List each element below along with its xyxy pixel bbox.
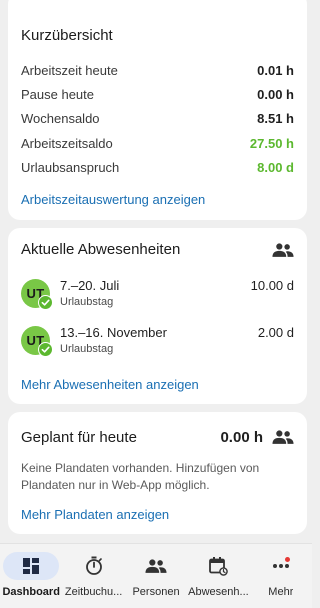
- absences-title: Aktuelle Abwesenheiten: [21, 241, 181, 258]
- absence-type: Urlaubstag: [60, 296, 114, 308]
- people-icon[interactable]: [272, 242, 294, 258]
- nav-pill: [128, 552, 184, 580]
- row-value: 27.50 h: [249, 135, 294, 151]
- absence-duration: 10.00 d: [250, 278, 294, 293]
- absence-dates: 7.–20. Juli: [60, 278, 120, 293]
- check-icon: [38, 295, 53, 310]
- row-label: Pause heute: [21, 86, 95, 102]
- summary-row-worktime: Arbeitszeit heute 0.01 h: [21, 60, 294, 80]
- summary-title: Kurzübersicht: [21, 27, 113, 44]
- nav-label: Dashboard: [2, 586, 60, 598]
- check-icon: [38, 342, 53, 357]
- more-absences-link[interactable]: Mehr Abwesenheiten anzeigen: [21, 377, 199, 392]
- calendar-icon: [209, 557, 229, 576]
- nav-pill: [66, 552, 122, 580]
- dashboard-icon: [23, 558, 40, 574]
- row-value: 0.01 h: [257, 62, 294, 78]
- nav-item-time-booking[interactable]: Zeitbuchu...: [62, 544, 124, 608]
- summary-row-time-balance: Arbeitszeitsaldo 27.50 h: [21, 133, 294, 153]
- absence-type: Urlaubstag: [60, 343, 114, 355]
- row-label: Urlaubsanspruch: [21, 159, 120, 175]
- row-value: 8.51 h: [257, 110, 294, 126]
- nav-item-dashboard[interactable]: Dashboard: [0, 544, 62, 608]
- nav-label: Abwesenh...: [188, 586, 249, 598]
- row-value: 8.00 d: [257, 159, 294, 175]
- more-plandata-link[interactable]: Mehr Plandaten anzeigen: [21, 507, 169, 522]
- nav-item-people[interactable]: Personen: [125, 544, 187, 608]
- nav-pill: [253, 552, 309, 580]
- summary-row-break: Pause heute 0.00 h: [21, 84, 294, 104]
- summary-row-week-balance: Wochensaldo 8.51 h: [21, 108, 294, 128]
- nav-item-more[interactable]: Mehr: [250, 544, 312, 608]
- planned-title: Geplant für heute: [21, 429, 137, 446]
- planned-card: Geplant für heute 0.00 h Keine Plandaten…: [8, 412, 307, 534]
- row-label: Wochensaldo: [21, 110, 100, 126]
- absence-duration: 2.00 d: [257, 325, 294, 340]
- summary-row-vacation: Urlaubsanspruch 8.00 d: [21, 157, 294, 177]
- absence-dates: 13.–16. November: [60, 325, 167, 340]
- nav-label: Zeitbuchu...: [64, 586, 123, 598]
- people-icon[interactable]: [272, 429, 294, 445]
- nav-label: Mehr: [268, 586, 294, 598]
- summary-card: Kurzübersicht Arbeitszeit heute 0.01 h P…: [8, 0, 307, 220]
- planned-empty-note: Keine Plandaten vorhanden. Hinzufügen vo…: [21, 461, 260, 492]
- more-icon: [272, 564, 289, 568]
- nav-item-absences[interactable]: Abwesenh...: [187, 544, 249, 608]
- nav-pill: [190, 552, 246, 580]
- nav-label: Personen: [132, 586, 180, 598]
- notification-dot: [284, 557, 290, 562]
- bottom-navigation: Dashboard Zeitbuchu... Personen Abwesenh…: [0, 543, 312, 608]
- nav-pill: [3, 552, 60, 580]
- stopwatch-icon: [85, 556, 102, 575]
- absence-item[interactable]: UT 13.–16. November Urlaubstag 2.00 d: [21, 324, 294, 358]
- absences-card: Aktuelle Abwesenheiten UT 7.–20. Juli Ur…: [8, 228, 307, 404]
- planned-hours: 0.00 h: [220, 429, 263, 446]
- row-value: 0.00 h: [257, 86, 294, 102]
- people-icon: [145, 559, 167, 573]
- absence-item[interactable]: UT 7.–20. Juli Urlaubstag 10.00 d: [21, 277, 294, 311]
- row-label: Arbeitszeitsaldo: [21, 135, 113, 151]
- row-label: Arbeitszeit heute: [21, 62, 118, 78]
- worktime-report-link[interactable]: Arbeitszeitauswertung anzeigen: [21, 192, 205, 207]
